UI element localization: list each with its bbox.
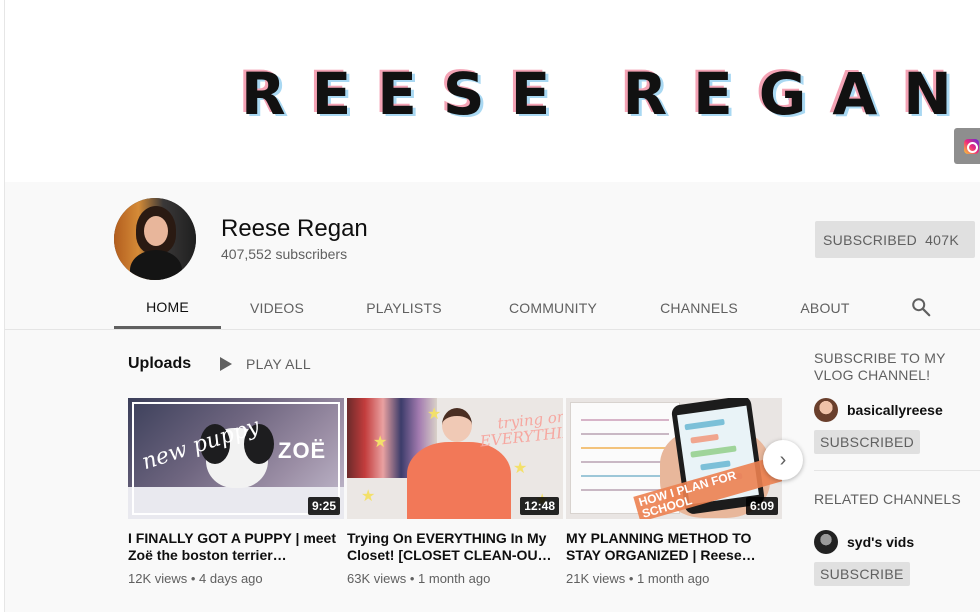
- channel-header: Reese Regan 407,552 subscribers SUBSCRIB…: [5, 182, 980, 330]
- tab-community[interactable]: COMMUNITY: [487, 287, 619, 329]
- thumbnail-text: ZOË: [278, 438, 327, 463]
- video-thumbnail[interactable]: ★ ★ ★ ★ ★ trying on EVERYTHING 12:48: [347, 398, 563, 519]
- video-meta: 12K views • 4 days ago: [128, 571, 263, 586]
- avatar[interactable]: [814, 530, 838, 554]
- channel-banner: REESE REGAN: [5, 0, 980, 182]
- related-channels-title: RELATED CHANNELS: [814, 491, 961, 507]
- subscriber-count: 407,552 subscribers: [221, 246, 348, 262]
- featured-subscribed-button[interactable]: SUBSCRIBED: [814, 430, 921, 454]
- thumbnail-text: trying on EVERYTHING: [479, 407, 563, 451]
- video-card[interactable]: HOW I PLAN FOR SCHOOL 6:09 MY PLANNING M…: [566, 398, 782, 586]
- channel-sidebar: SUBSCRIBE TO MY VLOG CHANNEL! basicallyr…: [814, 350, 980, 586]
- chevron-right-icon: ›: [779, 448, 787, 471]
- carousel-next-button[interactable]: ›: [763, 440, 803, 480]
- tab-about[interactable]: ABOUT: [777, 287, 873, 329]
- video-views: 12K views: [128, 571, 188, 586]
- featured-channel-name[interactable]: basicallyreese: [847, 402, 943, 418]
- subscribed-button-count: 407K: [925, 231, 959, 248]
- play-all-label: PLAY ALL: [246, 356, 311, 372]
- banner-title: REESE REGAN: [241, 60, 978, 128]
- video-title[interactable]: MY PLANNING METHOD TO STAY ORGANIZED | R…: [566, 530, 782, 564]
- related-channel-name[interactable]: syd's vids: [847, 534, 914, 550]
- video-duration: 9:25: [307, 497, 340, 515]
- video-thumbnail[interactable]: new puppy ZOË 9:25: [128, 398, 344, 519]
- tab-videos[interactable]: VIDEOS: [221, 287, 333, 329]
- instagram-icon: [964, 139, 979, 154]
- related-subscribe-button[interactable]: SUBSCRIBE: [814, 562, 910, 586]
- subscribed-button[interactable]: SUBSCRIBED 407K: [815, 221, 975, 258]
- video-views: 21K views: [566, 571, 626, 586]
- video-age: 1 month ago: [418, 571, 491, 586]
- video-duration: 12:48: [520, 497, 559, 515]
- video-title[interactable]: Trying On EVERYTHING In My Closet! [CLOS…: [347, 530, 563, 564]
- video-duration: 6:09: [745, 497, 778, 515]
- uploads-heading[interactable]: Uploads: [128, 355, 191, 373]
- avatar[interactable]: [814, 398, 838, 422]
- tab-playlists[interactable]: PLAYLISTS: [345, 287, 463, 329]
- channel-avatar[interactable]: [114, 198, 196, 280]
- channel-name: Reese Regan: [221, 215, 368, 242]
- instagram-link[interactable]: [954, 128, 980, 164]
- video-thumbnail[interactable]: HOW I PLAN FOR SCHOOL 6:09: [566, 398, 782, 519]
- video-age: 4 days ago: [199, 571, 263, 586]
- tab-channels[interactable]: CHANNELS: [636, 287, 762, 329]
- video-title[interactable]: I FINALLY GOT A PUPPY | meet Zoë the bos…: [128, 530, 344, 564]
- featured-channel[interactable]: basicallyreese: [814, 398, 980, 422]
- related-channel[interactable]: syd's vids: [814, 530, 980, 554]
- home-content: Uploads PLAY ALL new puppy ZOË 9:25 I FI…: [5, 330, 980, 612]
- play-all-button[interactable]: PLAY ALL: [220, 356, 311, 372]
- featured-channels-title: SUBSCRIBE TO MY VLOG CHANNEL!: [814, 350, 946, 383]
- video-age: 1 month ago: [637, 571, 710, 586]
- subscribed-button-label: SUBSCRIBED: [823, 231, 918, 248]
- play-icon: [220, 357, 232, 371]
- video-card[interactable]: ★ ★ ★ ★ ★ trying on EVERYTHING 12:48 Try…: [347, 398, 563, 586]
- search-icon[interactable]: [910, 296, 932, 318]
- channel-page: REESE REGAN Reese Regan 407,552 subscrib…: [0, 0, 980, 612]
- video-meta: 63K views • 1 month ago: [347, 571, 491, 586]
- sidebar-divider: [814, 470, 980, 471]
- tab-home[interactable]: HOME: [114, 287, 221, 329]
- video-meta: 21K views • 1 month ago: [566, 571, 710, 586]
- video-views: 63K views: [347, 571, 407, 586]
- video-card[interactable]: new puppy ZOË 9:25 I FINALLY GOT A PUPPY…: [128, 398, 344, 586]
